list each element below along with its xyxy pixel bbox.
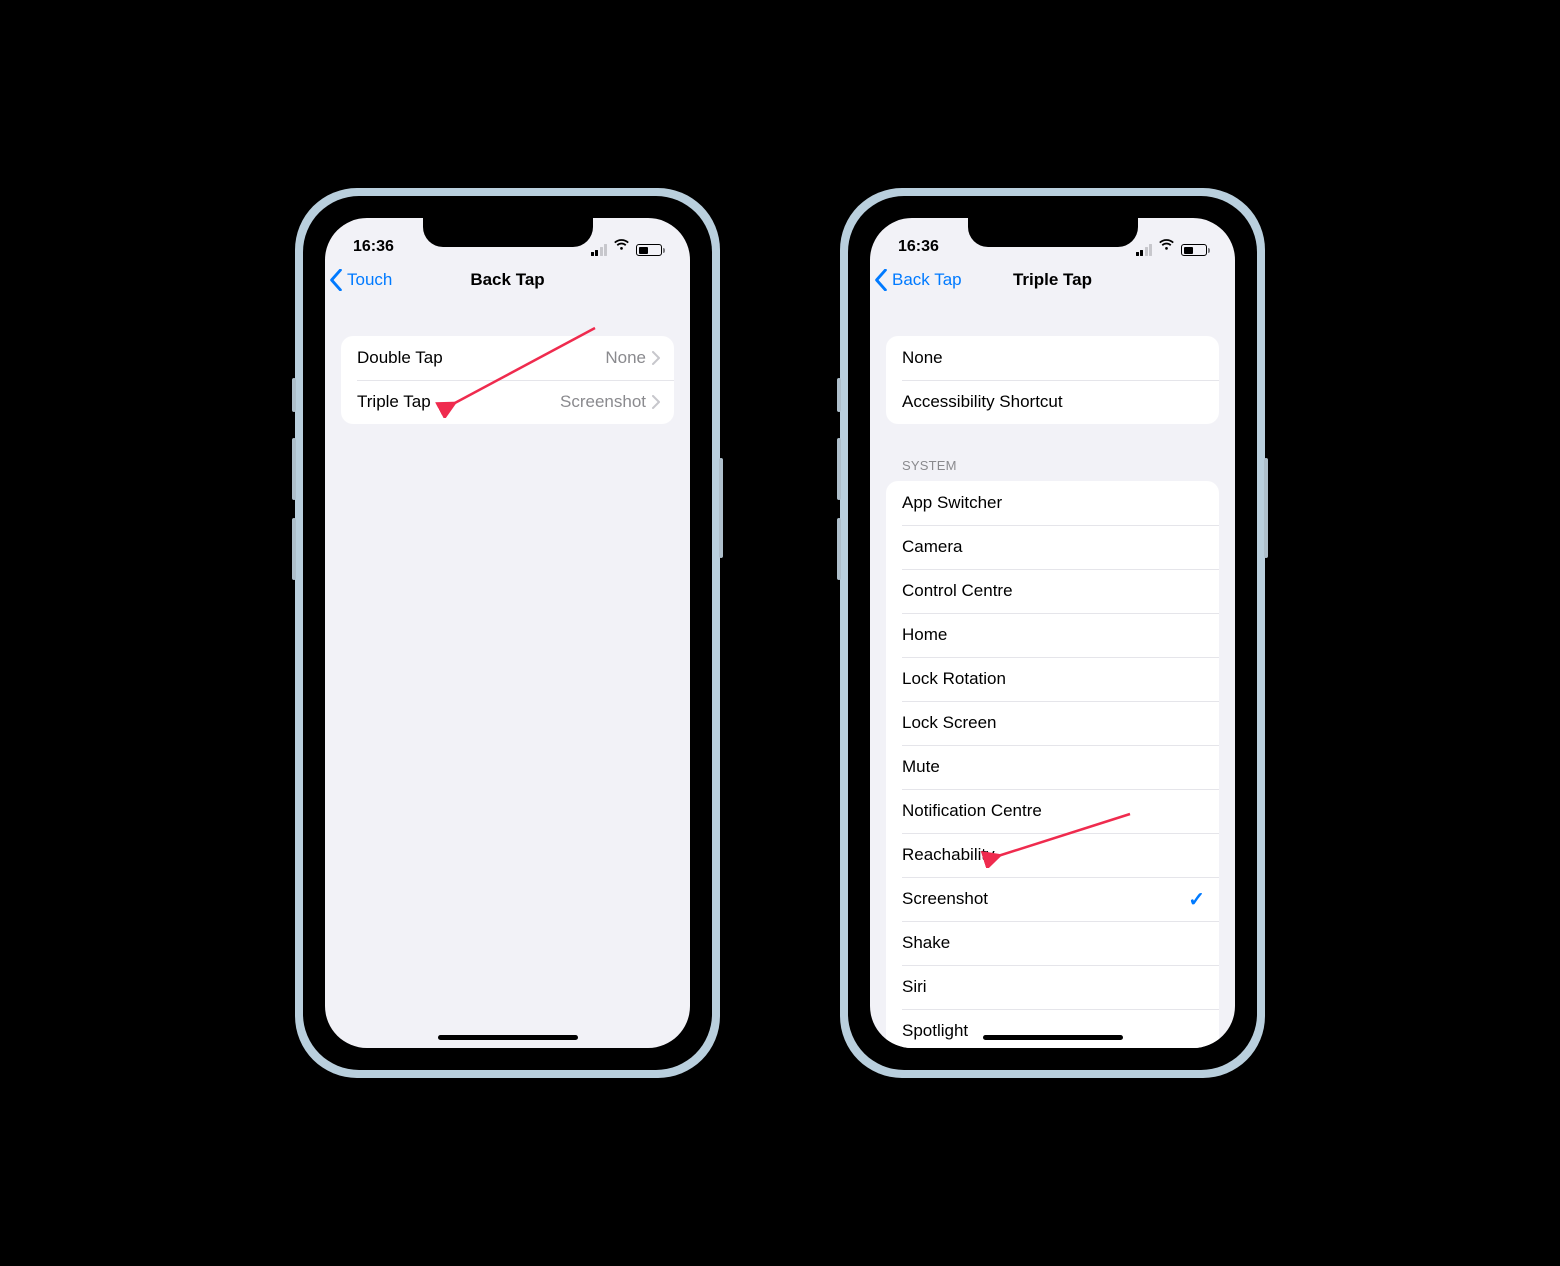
option-siri[interactable]: Siri (886, 965, 1219, 1009)
row-label: Notification Centre (902, 801, 1205, 821)
row-label: Camera (902, 537, 1205, 557)
cellular-icon (1136, 244, 1153, 256)
option-lock-screen[interactable]: Lock Screen (886, 701, 1219, 745)
option-app-switcher[interactable]: App Switcher (886, 481, 1219, 525)
row-label: None (902, 348, 1205, 368)
phone-right: 16:36 Back Tap Triple T (840, 188, 1265, 1078)
back-tap-options-group: Double Tap None Triple Tap Screenshot (341, 336, 674, 424)
top-options-group: None Accessibility Shortcut (886, 336, 1219, 424)
option-accessibility-shortcut[interactable]: Accessibility Shortcut (886, 380, 1219, 424)
device-notch (423, 217, 593, 247)
row-label: Double Tap (357, 348, 605, 368)
status-time: 16:36 (898, 238, 939, 256)
row-label: App Switcher (902, 493, 1205, 513)
option-mute[interactable]: Mute (886, 745, 1219, 789)
option-camera[interactable]: Camera (886, 525, 1219, 569)
status-time: 16:36 (353, 238, 394, 256)
nav-bar: Back Tap Triple Tap (870, 258, 1235, 302)
checkmark-icon: ✓ (1188, 887, 1205, 912)
row-label: Lock Rotation (902, 669, 1205, 689)
volume-up-button (837, 438, 841, 500)
device-notch (968, 217, 1138, 247)
home-indicator[interactable] (983, 1035, 1123, 1040)
chevron-right-icon (652, 351, 660, 365)
option-control-centre[interactable]: Control Centre (886, 569, 1219, 613)
chevron-right-icon (652, 395, 660, 409)
power-button (1264, 458, 1268, 558)
section-header-system: SYSTEM (902, 458, 1219, 473)
mute-switch (292, 378, 296, 412)
row-double-tap[interactable]: Double Tap None (341, 336, 674, 380)
row-label: Screenshot (902, 889, 1188, 909)
back-label: Touch (347, 270, 392, 290)
wifi-icon (1158, 238, 1175, 256)
option-spotlight[interactable]: Spotlight (886, 1009, 1219, 1048)
row-label: Triple Tap (357, 392, 560, 412)
volume-up-button (292, 438, 296, 500)
home-indicator[interactable] (438, 1035, 578, 1040)
row-label: Lock Screen (902, 713, 1205, 733)
option-reachability[interactable]: Reachability (886, 833, 1219, 877)
screen-back-tap: 16:36 Touch Back Tap (325, 218, 690, 1048)
content: Double Tap None Triple Tap Screenshot (325, 302, 690, 1048)
back-label: Back Tap (892, 270, 962, 290)
mute-switch (837, 378, 841, 412)
row-label: Control Centre (902, 581, 1205, 601)
wifi-icon (613, 238, 630, 256)
system-options-group: App Switcher Camera Control Centre Home Lock… (886, 481, 1219, 1048)
phone-left: 16:36 Touch Back Tap (295, 188, 720, 1078)
back-button[interactable]: Back Tap (874, 258, 962, 302)
battery-icon (1181, 244, 1207, 256)
screen-triple-tap: 16:36 Back Tap Triple T (870, 218, 1235, 1048)
back-button[interactable]: Touch (329, 258, 392, 302)
battery-icon (636, 244, 662, 256)
option-home[interactable]: Home (886, 613, 1219, 657)
option-none[interactable]: None (886, 336, 1219, 380)
row-triple-tap[interactable]: Triple Tap Screenshot (341, 380, 674, 424)
option-lock-rotation[interactable]: Lock Rotation (886, 657, 1219, 701)
row-label: Reachability (902, 845, 1205, 865)
volume-down-button (292, 518, 296, 580)
row-label: Accessibility Shortcut (902, 392, 1205, 412)
power-button (719, 458, 723, 558)
row-label: Siri (902, 977, 1205, 997)
volume-down-button (837, 518, 841, 580)
option-shake[interactable]: Shake (886, 921, 1219, 965)
row-label: Shake (902, 933, 1205, 953)
nav-bar: Touch Back Tap (325, 258, 690, 302)
row-value: None (605, 348, 646, 368)
row-label: Mute (902, 757, 1205, 777)
chevron-left-icon (874, 269, 888, 291)
option-notification-centre[interactable]: Notification Centre (886, 789, 1219, 833)
option-screenshot[interactable]: Screenshot✓ (886, 877, 1219, 921)
row-value: Screenshot (560, 392, 646, 412)
content[interactable]: None Accessibility Shortcut SYSTEM App S… (870, 302, 1235, 1048)
chevron-left-icon (329, 269, 343, 291)
cellular-icon (591, 244, 608, 256)
row-label: Home (902, 625, 1205, 645)
